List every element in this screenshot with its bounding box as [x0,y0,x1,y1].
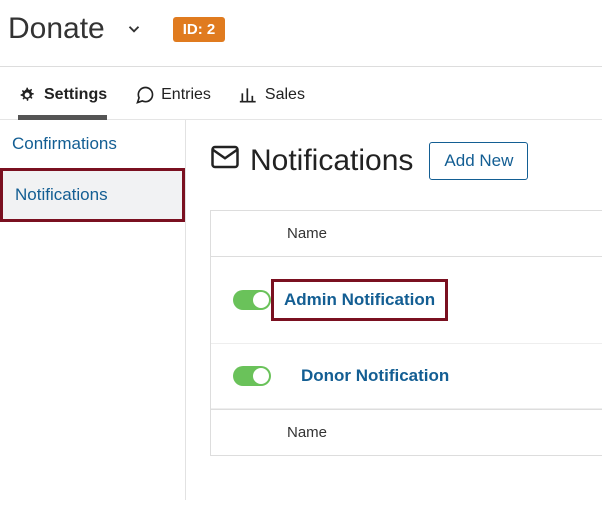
form-title: Donate [8,12,105,46]
column-header-name: Name [211,211,602,256]
add-new-button[interactable]: Add New [429,142,528,180]
comment-icon [135,85,155,105]
toggle-switch[interactable] [233,366,271,386]
page-title: Notifications [210,142,413,180]
envelope-icon [210,142,240,180]
sidebar: Confirmations Notifications [0,120,186,500]
notification-name-link[interactable]: Donor Notification [301,366,449,386]
notification-name-link[interactable]: Admin Notification [284,290,435,309]
tab-settings[interactable]: Settings [18,67,107,119]
tabbar: Settings Entries Sales [0,66,602,120]
chevron-down-icon[interactable] [125,20,143,38]
tab-sales[interactable]: Sales [239,67,305,119]
toggle-switch[interactable] [233,290,271,310]
notifications-table: Name Admin Notification Donor Notificati… [210,210,602,456]
table-row: Admin Notification [211,257,602,344]
id-badge: ID: 2 [173,17,226,42]
tab-entries[interactable]: Entries [135,67,211,119]
table-row: Donor Notification [211,344,602,409]
bar-chart-icon [239,85,259,105]
gear-icon [18,85,38,105]
tab-label: Sales [265,86,305,104]
column-footer-name: Name [211,410,602,455]
tab-label: Settings [44,86,107,104]
tab-label: Entries [161,86,211,104]
sidebar-item-notifications[interactable]: Notifications [0,168,185,222]
sidebar-item-confirmations[interactable]: Confirmations [0,120,185,168]
